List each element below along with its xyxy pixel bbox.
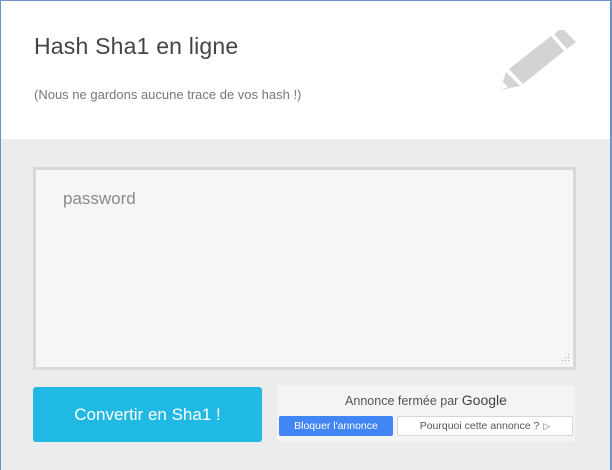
ad-closed-panel: Annonce fermée par Google Bloquer l'anno…: [277, 386, 575, 442]
convert-sha1-button[interactable]: Convertir en Sha1 !: [33, 387, 262, 442]
password-input[interactable]: [36, 170, 573, 367]
why-this-ad-button[interactable]: Pourquoi cette annonce ? ▷: [397, 416, 573, 436]
pencil-icon: [500, 30, 576, 90]
ad-closed-notice: Annonce fermée par Google: [277, 392, 575, 408]
why-this-ad-label: Pourquoi cette annonce ?: [419, 420, 540, 432]
page-subtitle: (Nous ne gardons aucune trace de vos has…: [34, 87, 302, 102]
ad-closed-text: Annonce fermée par: [345, 394, 459, 408]
password-input-wrapper: [33, 167, 576, 370]
block-ad-button[interactable]: Bloquer l'annonce: [279, 416, 393, 436]
header: Hash Sha1 en ligne (Nous ne gardons aucu…: [0, 0, 612, 139]
google-logo-text: Google: [461, 392, 507, 408]
page-title: Hash Sha1 en ligne: [34, 33, 239, 59]
resize-grip-icon[interactable]: [559, 353, 570, 364]
ad-choices-icon: ▷: [543, 420, 551, 431]
